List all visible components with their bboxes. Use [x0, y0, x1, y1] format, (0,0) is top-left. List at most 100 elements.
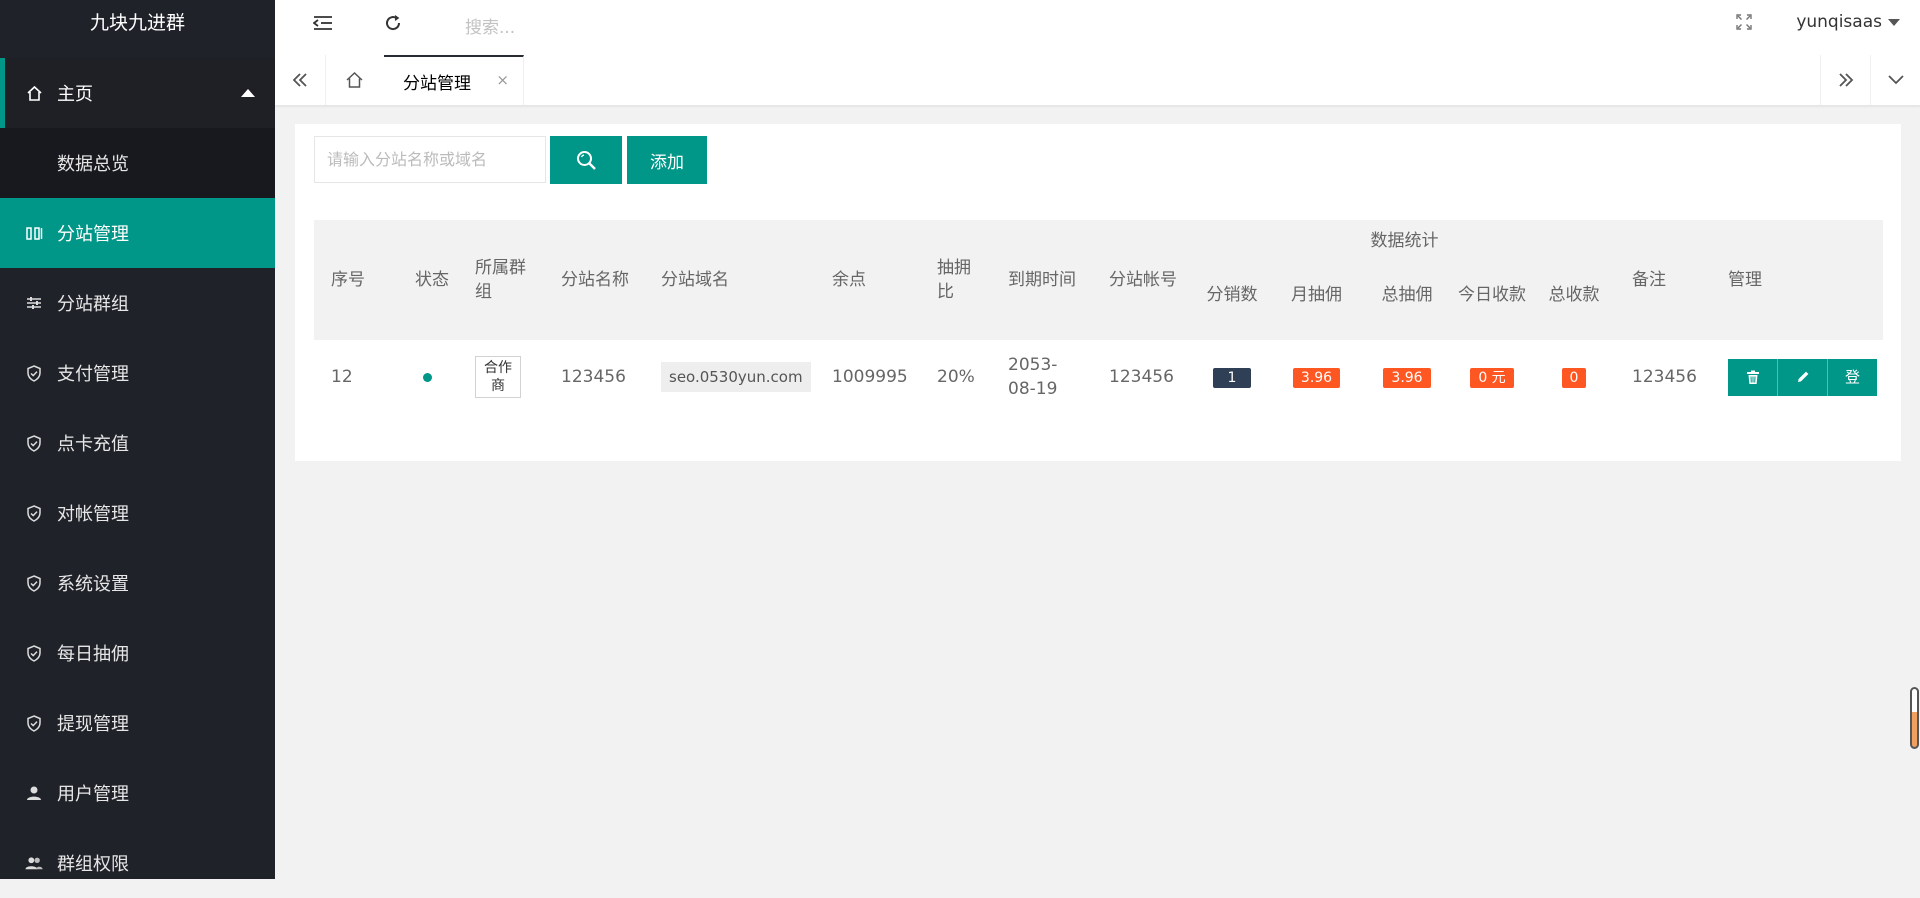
caret-down-icon: [1888, 19, 1900, 26]
content-card: 添加 序号 状态 所属群组 分站名称 分站域名 余点 抽拥比 到期时间 分站帐号…: [295, 124, 1901, 461]
add-button[interactable]: 添加: [627, 136, 707, 184]
sidebar-item-label: 每日抽佣: [57, 640, 129, 666]
tabs-scroll-right-button[interactable]: [1820, 55, 1871, 105]
cell-balance: 1009995: [815, 340, 920, 414]
col-header-name: 分站名称: [544, 220, 644, 340]
sidebar-item-label: 对帐管理: [57, 500, 129, 526]
tabs-menu-button[interactable]: [1870, 55, 1920, 105]
sidebar-item-system-settings[interactable]: 系统设置: [0, 548, 275, 618]
edit-button[interactable]: [1778, 359, 1828, 396]
col-header-ratio: 抽拥比: [920, 220, 991, 340]
sidebar-item-payment[interactable]: 支付管理: [0, 338, 275, 408]
indent-icon: [313, 15, 333, 31]
user-menu[interactable]: yunqisaas: [1796, 12, 1900, 32]
col-header-manage: 管理: [1711, 220, 1883, 340]
top-header: 搜索... yunqisaas: [275, 0, 1920, 56]
tab-home[interactable]: [325, 55, 385, 105]
shield-check-icon: [25, 504, 43, 522]
sliders-icon: [25, 294, 43, 312]
fullscreen-icon: [1735, 13, 1753, 31]
col-header-status: 状态: [398, 220, 458, 340]
page-tabs: 分站管理 ×: [275, 55, 1920, 106]
sidebar-item-dashboard[interactable]: 数据总览: [0, 128, 275, 198]
users-icon: [25, 854, 43, 872]
refresh-icon: [384, 14, 402, 32]
today-income-badge: 0 元: [1470, 368, 1513, 388]
pencil-icon: [1796, 370, 1810, 384]
sidebar-item-label: 群组权限: [57, 850, 129, 876]
shield-check-icon: [25, 574, 43, 592]
caret-up-icon: [241, 89, 255, 97]
sidebar: 九块九进群 主页 数据总览 分站管理 分站群组: [0, 0, 275, 879]
sidebar-item-users[interactable]: 用户管理: [0, 758, 275, 828]
login-button[interactable]: 登: [1828, 359, 1877, 396]
app-logo[interactable]: 九块九进群: [0, 0, 275, 46]
col-header-account: 分站帐号: [1092, 220, 1194, 340]
col-header-distributors: 分销数: [1194, 256, 1270, 340]
cell-name: 123456: [544, 340, 644, 414]
sidebar-item-daily-commission[interactable]: 每日抽佣: [0, 618, 275, 688]
global-search-input[interactable]: 搜索...: [465, 13, 515, 38]
cell-ratio: 20%: [920, 340, 991, 414]
sidebar-item-label: 分站管理: [57, 220, 129, 246]
tabs-scroll-left-button[interactable]: [275, 55, 326, 105]
col-header-total-commission: 总抽佣: [1363, 256, 1451, 340]
sidebar-item-substation-group[interactable]: 分站群组: [0, 268, 275, 338]
home-icon: [25, 84, 43, 102]
user-icon: [25, 784, 43, 802]
sidebar-item-label: 分站群组: [57, 290, 129, 316]
sidebar-item-group-permissions[interactable]: 群组权限: [0, 828, 275, 898]
col-header-today-income: 今日收款: [1451, 256, 1533, 340]
status-dot: [423, 373, 432, 382]
sidebar-item-label: 点卡充值: [57, 430, 129, 456]
cell-remark: 123456: [1615, 340, 1711, 414]
delete-button[interactable]: [1728, 359, 1778, 396]
sidebar-item-withdrawal[interactable]: 提现管理: [0, 688, 275, 758]
cell-today-income: 0 元: [1451, 340, 1533, 414]
sidebar-item-home[interactable]: 主页: [0, 58, 275, 128]
shield-check-icon: [25, 364, 43, 382]
cell-account: 123456: [1092, 340, 1194, 414]
total-commission-badge: 3.96: [1383, 368, 1430, 388]
sidebar-item-reconciliation[interactable]: 对帐管理: [0, 478, 275, 548]
close-icon[interactable]: ×: [496, 71, 509, 89]
refresh-button[interactable]: [373, 0, 413, 46]
username: yunqisaas: [1796, 12, 1882, 32]
month-commission-badge: 3.96: [1293, 368, 1340, 388]
sidebar-item-label: 数据总览: [57, 150, 129, 176]
distributors-badge: 1: [1213, 368, 1251, 388]
tab-substation-management[interactable]: 分站管理 ×: [384, 55, 524, 105]
columns-icon: [25, 224, 43, 242]
sidebar-item-card-recharge[interactable]: 点卡充值: [0, 408, 275, 478]
shield-check-icon: [25, 434, 43, 452]
table-row: 12 合作商 123456 seo.0530yun.com 1009995 20…: [314, 340, 1883, 414]
cell-distributors: 1: [1194, 340, 1270, 414]
double-chevron-right-icon: [1837, 72, 1855, 88]
cell-expire: 2053-08-19: [991, 340, 1092, 414]
tab-label: 分站管理: [403, 69, 471, 94]
fullscreen-button[interactable]: [1735, 13, 1755, 33]
substation-search-input[interactable]: [314, 136, 546, 183]
search-button[interactable]: [550, 136, 622, 184]
cell-total-income: 0: [1533, 340, 1615, 414]
sidebar-item-label: 支付管理: [57, 360, 129, 386]
cell-index: 12: [314, 340, 398, 414]
cell-total-commission: 3.96: [1363, 340, 1451, 414]
row-actions: 登: [1728, 359, 1877, 396]
total-income-badge: 0: [1562, 368, 1587, 388]
col-header-balance: 余点: [815, 220, 920, 340]
group-tag: 合作商: [475, 356, 521, 398]
sidebar-item-label: 用户管理: [57, 780, 129, 806]
sidebar-item-label: 主页: [57, 80, 93, 106]
col-header-total-income: 总收款: [1533, 256, 1615, 340]
cell-group: 合作商: [458, 340, 544, 414]
cell-status: [398, 340, 458, 414]
cell-manage: 登: [1711, 340, 1883, 414]
collapse-menu-button[interactable]: [303, 0, 343, 46]
col-header-index: 序号: [314, 220, 398, 340]
sidebar-item-substation[interactable]: 分站管理: [0, 198, 275, 268]
trash-icon: [1746, 370, 1760, 385]
col-header-group: 所属群组: [458, 220, 544, 340]
page-scrollbar[interactable]: [1910, 687, 1919, 749]
double-chevron-left-icon: [291, 72, 309, 88]
